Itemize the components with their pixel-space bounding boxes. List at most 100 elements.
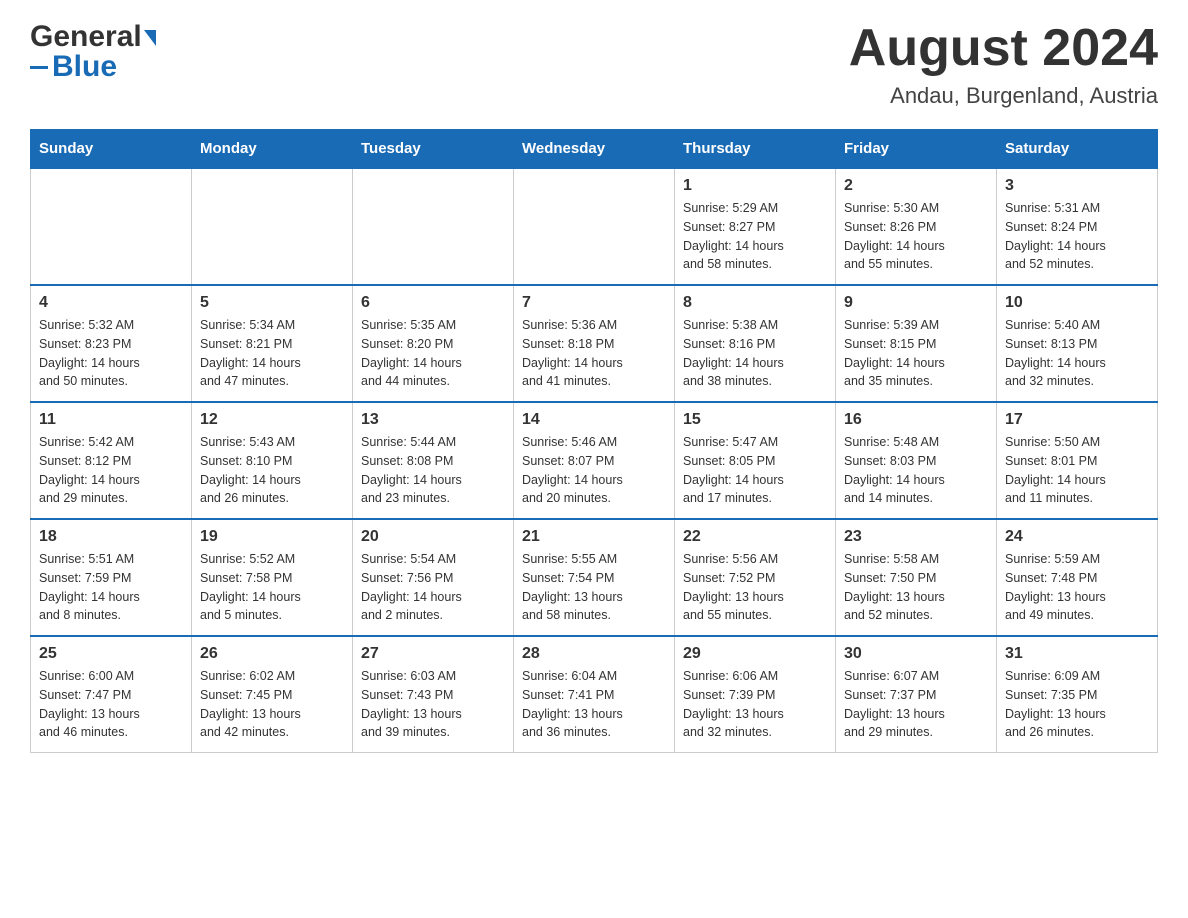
day-number: 16 (844, 411, 988, 429)
calendar-cell: 14 Sunrise: 5:46 AM Sunset: 8:07 PM Dayli… (514, 402, 675, 519)
calendar-cell: 27 Sunrise: 6:03 AM Sunset: 7:43 PM Dayli… (353, 636, 514, 753)
day-info: Sunrise: 5:46 AM Sunset: 8:07 PM Dayligh… (522, 433, 666, 508)
day-info: Sunrise: 5:52 AM Sunset: 7:58 PM Dayligh… (200, 550, 344, 625)
weekday-header-friday: Friday (836, 130, 997, 169)
calendar-header: SundayMondayTuesdayWednesdayThursdayFrid… (31, 130, 1158, 169)
month-title: August 2024 (849, 20, 1158, 77)
day-number: 27 (361, 645, 505, 663)
day-info: Sunrise: 5:32 AM Sunset: 8:23 PM Dayligh… (39, 316, 183, 391)
weekday-header-row: SundayMondayTuesdayWednesdayThursdayFrid… (31, 130, 1158, 169)
day-number: 2 (844, 177, 988, 195)
calendar-cell (192, 168, 353, 285)
day-number: 20 (361, 528, 505, 546)
week-row-1: 1 Sunrise: 5:29 AM Sunset: 8:27 PM Daylig… (31, 168, 1158, 285)
calendar-cell: 22Sunrise: 5:56 AM Sunset: 7:52 PM Dayli… (675, 519, 836, 636)
calendar-cell: 9 Sunrise: 5:39 AM Sunset: 8:15 PM Daylig… (836, 285, 997, 402)
day-info: Sunrise: 5:58 AM Sunset: 7:50 PM Dayligh… (844, 550, 988, 625)
calendar-cell: 10 Sunrise: 5:40 AM Sunset: 8:13 PM Dayli… (997, 285, 1158, 402)
day-number: 3 (1005, 177, 1149, 195)
day-number: 23 (844, 528, 988, 546)
day-number: 22 (683, 528, 827, 546)
day-number: 18 (39, 528, 183, 546)
week-row-3: 11Sunrise: 5:42 AM Sunset: 8:12 PM Dayli… (31, 402, 1158, 519)
day-info: Sunrise: 6:04 AM Sunset: 7:41 PM Dayligh… (522, 667, 666, 742)
calendar-cell: 1 Sunrise: 5:29 AM Sunset: 8:27 PM Daylig… (675, 168, 836, 285)
calendar-cell: 31Sunrise: 6:09 AM Sunset: 7:35 PM Dayli… (997, 636, 1158, 753)
day-info: Sunrise: 5:48 AM Sunset: 8:03 PM Dayligh… (844, 433, 988, 508)
weekday-header-sunday: Sunday (31, 130, 192, 169)
day-number: 5 (200, 294, 344, 312)
day-info: Sunrise: 5:47 AM Sunset: 8:05 PM Dayligh… (683, 433, 827, 508)
calendar-cell: 20 Sunrise: 5:54 AM Sunset: 7:56 PM Dayli… (353, 519, 514, 636)
day-info: Sunrise: 6:02 AM Sunset: 7:45 PM Dayligh… (200, 667, 344, 742)
day-info: Sunrise: 5:43 AM Sunset: 8:10 PM Dayligh… (200, 433, 344, 508)
day-number: 28 (522, 645, 666, 663)
week-row-4: 18Sunrise: 5:51 AM Sunset: 7:59 PM Dayli… (31, 519, 1158, 636)
week-row-5: 25 Sunrise: 6:00 AM Sunset: 7:47 PM Dayli… (31, 636, 1158, 753)
weekday-header-saturday: Saturday (997, 130, 1158, 169)
day-info: Sunrise: 5:35 AM Sunset: 8:20 PM Dayligh… (361, 316, 505, 391)
calendar-cell: 28 Sunrise: 6:04 AM Sunset: 7:41 PM Dayli… (514, 636, 675, 753)
day-info: Sunrise: 5:54 AM Sunset: 7:56 PM Dayligh… (361, 550, 505, 625)
day-number: 25 (39, 645, 183, 663)
header: General Blue August 2024 Andau, Burgenla… (30, 20, 1158, 109)
calendar-cell: 4 Sunrise: 5:32 AM Sunset: 8:23 PM Daylig… (31, 285, 192, 402)
day-info: Sunrise: 6:09 AM Sunset: 7:35 PM Dayligh… (1005, 667, 1149, 742)
calendar-cell: 17 Sunrise: 5:50 AM Sunset: 8:01 PM Dayli… (997, 402, 1158, 519)
calendar-cell: 15 Sunrise: 5:47 AM Sunset: 8:05 PM Dayli… (675, 402, 836, 519)
day-number: 11 (39, 411, 183, 429)
calendar-cell: 26Sunrise: 6:02 AM Sunset: 7:45 PM Dayli… (192, 636, 353, 753)
day-info: Sunrise: 5:34 AM Sunset: 8:21 PM Dayligh… (200, 316, 344, 391)
day-number: 19 (200, 528, 344, 546)
calendar-cell (31, 168, 192, 285)
calendar-cell: 23 Sunrise: 5:58 AM Sunset: 7:50 PM Dayli… (836, 519, 997, 636)
day-info: Sunrise: 5:50 AM Sunset: 8:01 PM Dayligh… (1005, 433, 1149, 508)
logo-blue-text: Blue (52, 50, 117, 84)
calendar-cell: 21Sunrise: 5:55 AM Sunset: 7:54 PM Dayli… (514, 519, 675, 636)
day-number: 13 (361, 411, 505, 429)
day-number: 29 (683, 645, 827, 663)
day-number: 4 (39, 294, 183, 312)
calendar-cell: 29Sunrise: 6:06 AM Sunset: 7:39 PM Dayli… (675, 636, 836, 753)
calendar-cell: 24 Sunrise: 5:59 AM Sunset: 7:48 PM Dayli… (997, 519, 1158, 636)
day-number: 1 (683, 177, 827, 195)
day-number: 24 (1005, 528, 1149, 546)
day-info: Sunrise: 6:00 AM Sunset: 7:47 PM Dayligh… (39, 667, 183, 742)
day-number: 7 (522, 294, 666, 312)
day-number: 12 (200, 411, 344, 429)
day-number: 9 (844, 294, 988, 312)
calendar-table: SundayMondayTuesdayWednesdayThursdayFrid… (30, 129, 1158, 753)
calendar-cell: 7 Sunrise: 5:36 AM Sunset: 8:18 PM Daylig… (514, 285, 675, 402)
day-info: Sunrise: 5:40 AM Sunset: 8:13 PM Dayligh… (1005, 316, 1149, 391)
calendar-cell: 3Sunrise: 5:31 AM Sunset: 8:24 PM Daylig… (997, 168, 1158, 285)
day-info: Sunrise: 6:03 AM Sunset: 7:43 PM Dayligh… (361, 667, 505, 742)
day-info: Sunrise: 5:39 AM Sunset: 8:15 PM Dayligh… (844, 316, 988, 391)
day-info: Sunrise: 6:07 AM Sunset: 7:37 PM Dayligh… (844, 667, 988, 742)
day-number: 17 (1005, 411, 1149, 429)
calendar-cell: 6Sunrise: 5:35 AM Sunset: 8:20 PM Daylig… (353, 285, 514, 402)
calendar-cell: 2 Sunrise: 5:30 AM Sunset: 8:26 PM Daylig… (836, 168, 997, 285)
calendar-cell (514, 168, 675, 285)
day-info: Sunrise: 5:38 AM Sunset: 8:16 PM Dayligh… (683, 316, 827, 391)
day-number: 10 (1005, 294, 1149, 312)
calendar-cell: 16 Sunrise: 5:48 AM Sunset: 8:03 PM Dayli… (836, 402, 997, 519)
day-number: 21 (522, 528, 666, 546)
week-row-2: 4 Sunrise: 5:32 AM Sunset: 8:23 PM Daylig… (31, 285, 1158, 402)
weekday-header-wednesday: Wednesday (514, 130, 675, 169)
calendar-cell (353, 168, 514, 285)
calendar-cell: 13 Sunrise: 5:44 AM Sunset: 8:08 PM Dayli… (353, 402, 514, 519)
day-info: Sunrise: 5:30 AM Sunset: 8:26 PM Dayligh… (844, 199, 988, 274)
day-number: 15 (683, 411, 827, 429)
day-info: Sunrise: 5:36 AM Sunset: 8:18 PM Dayligh… (522, 316, 666, 391)
day-info: Sunrise: 5:44 AM Sunset: 8:08 PM Dayligh… (361, 433, 505, 508)
logo-general-text: General (30, 20, 142, 54)
calendar-cell: 18Sunrise: 5:51 AM Sunset: 7:59 PM Dayli… (31, 519, 192, 636)
day-info: Sunrise: 5:59 AM Sunset: 7:48 PM Dayligh… (1005, 550, 1149, 625)
day-number: 14 (522, 411, 666, 429)
calendar-cell: 11Sunrise: 5:42 AM Sunset: 8:12 PM Dayli… (31, 402, 192, 519)
calendar-body: 1 Sunrise: 5:29 AM Sunset: 8:27 PM Daylig… (31, 168, 1158, 753)
weekday-header-thursday: Thursday (675, 130, 836, 169)
day-info: Sunrise: 5:29 AM Sunset: 8:27 PM Dayligh… (683, 199, 827, 274)
logo-triangle-icon (144, 30, 156, 46)
calendar-cell: 5 Sunrise: 5:34 AM Sunset: 8:21 PM Daylig… (192, 285, 353, 402)
